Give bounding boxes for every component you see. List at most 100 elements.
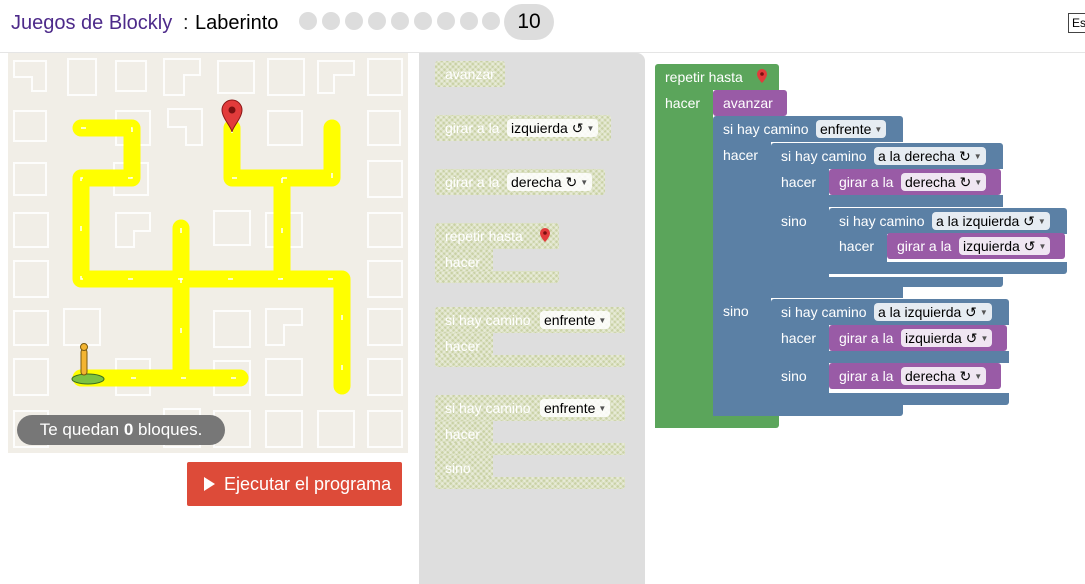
header: Juegos de Blockly : Laberinto 10 Es: [0, 0, 1085, 48]
level-link-5[interactable]: [391, 12, 409, 30]
play-icon: [204, 477, 215, 491]
dropdown-arrow-icon: ▼: [979, 308, 988, 318]
dropdown-arrow-icon: ▼: [980, 334, 989, 344]
level-link-2[interactable]: [322, 12, 340, 30]
current-level-badge[interactable]: 10: [504, 4, 554, 40]
direction-dropdown[interactable]: derecha ↻ ▼: [507, 173, 593, 191]
turn-right-block[interactable]: girar a la derecha ↻ ▼: [829, 169, 1001, 195]
blocks-left-suffix: bloques.: [133, 420, 203, 439]
dropdown-value: izquierda ↺: [511, 120, 584, 136]
direction-dropdown[interactable]: enfrente ▼: [540, 311, 611, 329]
block-spine: [655, 90, 713, 428]
block-middle: [435, 443, 625, 455]
dropdown-value: enfrente: [820, 121, 872, 137]
block-label: hacer: [445, 254, 481, 270]
dropdown-value: derecha ↻: [511, 174, 578, 190]
dropdown-arrow-icon: ▼: [974, 372, 983, 382]
blocks-left-prefix: Te quedan: [39, 420, 124, 439]
direction-dropdown[interactable]: izquierda ↺ ▼: [507, 119, 599, 137]
block-label: si hay camino: [839, 213, 925, 229]
block-label: girar a la: [445, 174, 500, 190]
block-middle: [771, 351, 1009, 363]
level-link-4[interactable]: [368, 12, 386, 30]
toolbox-turn-right-block[interactable]: girar a la derecha ↻ ▼: [435, 169, 605, 195]
level-link-7[interactable]: [437, 12, 455, 30]
block-label: sino: [781, 368, 807, 384]
app-name-link[interactable]: Juegos de Blockly: [11, 12, 172, 35]
blocks-remaining-badge: Te quedan 0 bloques.: [17, 415, 225, 445]
dropdown-arrow-icon: ▼: [598, 404, 607, 414]
block-label: repetir hasta: [445, 228, 523, 244]
page-title: Laberinto: [195, 12, 279, 34]
level-link-1[interactable]: [299, 12, 317, 30]
toolbox-repeat-until-block[interactable]: repetir hasta hacer: [435, 223, 559, 285]
direction-dropdown[interactable]: enfrente ▼: [816, 120, 887, 138]
block-label: girar a la: [839, 174, 894, 190]
direction-dropdown[interactable]: a la derecha ↻ ▼: [874, 147, 986, 165]
block-label: si hay camino: [723, 121, 809, 137]
level-link-6[interactable]: [414, 12, 432, 30]
level-link-8[interactable]: [460, 12, 478, 30]
direction-dropdown[interactable]: a la izquierda ↺ ▼: [874, 303, 992, 321]
dropdown-value: izquierda ↺: [963, 238, 1036, 254]
block-label: girar a la: [897, 238, 952, 254]
dropdown-arrow-icon: ▼: [586, 124, 595, 134]
direction-dropdown[interactable]: izquierda ↺ ▼: [959, 237, 1051, 255]
dropdown-arrow-icon: ▼: [874, 125, 883, 135]
block-label: hacer: [839, 238, 875, 254]
dropdown-arrow-icon: ▼: [598, 316, 607, 326]
block-bottom: [435, 355, 625, 367]
block-middle: [713, 286, 903, 298]
if-else-left-path-block[interactable]: si hay camino a la izquierda ↺ ▼ hacer si…: [771, 299, 1009, 405]
direction-dropdown[interactable]: izquierda ↺ ▼: [901, 329, 993, 347]
dropdown-value: derecha ↻: [905, 174, 972, 190]
direction-dropdown[interactable]: enfrente ▼: [540, 399, 611, 417]
block-label: si hay camino: [445, 312, 531, 328]
block-label: hacer: [665, 95, 701, 111]
map-pin-icon: [540, 228, 550, 242]
block-label: hacer: [445, 338, 481, 354]
statement-slot-else: [493, 455, 625, 477]
language-select[interactable]: Es: [1068, 13, 1085, 33]
direction-dropdown[interactable]: derecha ↻ ▼: [901, 367, 987, 385]
block-label: si hay camino: [781, 304, 867, 320]
block-bottom: [655, 416, 779, 428]
toolbox-flyout[interactable]: avanzar girar a la izquierda ↺ ▼ girar a …: [419, 53, 645, 584]
block-bottom: [771, 277, 1003, 287]
blocks-workspace[interactable]: repetir hasta hacer avanzar si hay camin…: [645, 53, 1085, 584]
direction-dropdown[interactable]: derecha ↻ ▼: [901, 173, 987, 191]
toolbox-if-path-block[interactable]: si hay camino enfrente ▼ hacer: [435, 307, 625, 367]
dropdown-value: a la izquierda ↺: [878, 304, 977, 320]
direction-dropdown[interactable]: a la izquierda ↺ ▼: [932, 212, 1050, 230]
dropdown-value: enfrente: [544, 400, 596, 416]
dropdown-value: enfrente: [544, 312, 596, 328]
block-label: repetir hasta: [665, 69, 743, 85]
level-link-9[interactable]: [482, 12, 500, 30]
dropdown-arrow-icon: ▼: [1038, 242, 1047, 252]
block-bottom: [713, 404, 903, 416]
block-label: girar a la: [839, 368, 894, 384]
block-label: hacer: [781, 174, 817, 190]
turn-left-block[interactable]: girar a la izquierda ↺ ▼: [887, 233, 1065, 259]
toolbox-turn-left-block[interactable]: girar a la izquierda ↺ ▼: [435, 115, 611, 141]
block-bottom: [435, 477, 625, 489]
level-link-3[interactable]: [345, 12, 363, 30]
statement-slot: [493, 333, 625, 355]
run-program-button[interactable]: Ejecutar el programa: [187, 462, 402, 506]
block-label: avanzar: [723, 95, 773, 111]
turn-right-block[interactable]: girar a la derecha ↻ ▼: [829, 363, 1001, 389]
toolbox-move-forward-block[interactable]: avanzar: [435, 61, 505, 87]
block-spine: [713, 142, 771, 416]
turn-left-block[interactable]: girar a la izquierda ↺ ▼: [829, 325, 1007, 351]
block-bottom: [829, 262, 1067, 274]
block-label: hacer: [781, 330, 817, 346]
dropdown-value: izquierda ↺: [905, 330, 978, 346]
block-bottom: [771, 393, 1009, 405]
statement-slot-do: [493, 421, 625, 443]
move-forward-block[interactable]: avanzar: [713, 90, 787, 116]
block-label: sino: [445, 460, 471, 476]
block-middle: [771, 195, 1003, 207]
block-label: girar a la: [445, 120, 500, 136]
toolbox-if-else-path-block[interactable]: si hay camino enfrente ▼ hacer sino: [435, 395, 625, 489]
maze-background: [8, 53, 408, 453]
